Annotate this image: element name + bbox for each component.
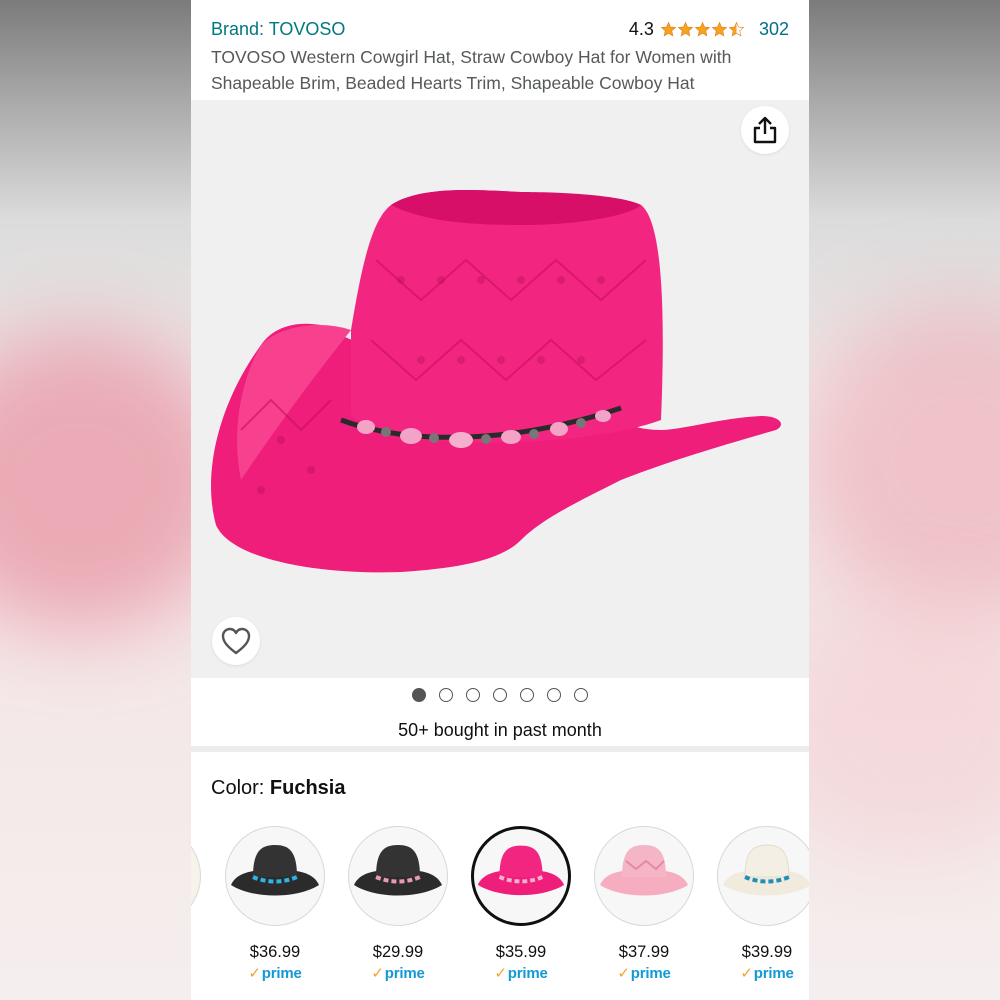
product-image[interactable] xyxy=(201,180,801,600)
swatch-image xyxy=(594,826,694,926)
prime-badge: ✓prime xyxy=(371,965,425,982)
swatch-price: $39.99 xyxy=(741,943,793,961)
product-page: Brand: TOVOSO 4.3 302 TOVOSO Western Cow… xyxy=(191,0,809,1000)
star-icon xyxy=(711,21,728,36)
prime-check-icon: ✓ xyxy=(617,965,630,982)
star-icon xyxy=(694,21,711,36)
prime-check-icon: ✓ xyxy=(248,965,261,982)
swatch-image xyxy=(717,826,809,926)
swatch-image xyxy=(225,826,325,926)
star-rating xyxy=(660,21,745,38)
prime-badge: ✓prime xyxy=(248,965,302,982)
product-title: TOVOSO Western Cowgirl Hat, Straw Cowboy… xyxy=(211,47,732,93)
pagination-dot[interactable] xyxy=(412,688,426,702)
bought-past-month: 50+ bought in past month xyxy=(398,720,602,740)
rating-value: 4.3 xyxy=(628,18,654,39)
color-swatch[interactable]: $39.99 ✓prime xyxy=(717,826,809,982)
pagination-dot[interactable] xyxy=(466,688,480,702)
wishlist-button[interactable] xyxy=(212,617,260,665)
color-swatch-partial[interactable] xyxy=(191,826,201,926)
swatch-price: $36.99 xyxy=(249,943,301,961)
color-swatch[interactable]: $36.99 ✓prime xyxy=(225,826,325,982)
product-header: Brand: TOVOSO 4.3 302 TOVOSO Western Cow… xyxy=(191,0,809,100)
pagination-dot[interactable] xyxy=(574,688,588,702)
prime-badge: ✓prime xyxy=(494,965,548,982)
color-swatch[interactable]: $37.99 ✓prime xyxy=(594,826,694,982)
section-divider xyxy=(191,746,809,752)
swatch-price: $29.99 xyxy=(372,943,424,961)
swatch-price: $37.99 xyxy=(618,943,670,961)
image-pagination xyxy=(191,688,809,702)
share-icon xyxy=(753,116,777,144)
color-swatch[interactable]: $29.99 ✓prime xyxy=(348,826,448,982)
color-swatch-selected[interactable]: $35.99 ✓prime xyxy=(471,826,571,982)
pagination-dot[interactable] xyxy=(493,688,507,702)
color-swatches: $36.99 ✓prime $29.99 ✓prime $35.99 ✓prim… xyxy=(191,826,809,1000)
brand-link[interactable]: Brand: TOVOSO xyxy=(211,19,345,40)
prime-badge: ✓prime xyxy=(617,965,671,982)
pagination-dot[interactable] xyxy=(439,688,453,702)
swatch-image xyxy=(348,826,448,926)
star-icon xyxy=(677,21,694,36)
selected-color-name: Fuchsia xyxy=(269,777,346,799)
heart-icon xyxy=(221,627,251,655)
pagination-dot[interactable] xyxy=(520,688,534,702)
half-star-icon xyxy=(728,21,745,36)
color-label: Color: Fuchsia xyxy=(211,777,345,800)
star-icon xyxy=(660,21,677,36)
pagination-dot[interactable] xyxy=(547,688,561,702)
prime-check-icon: ✓ xyxy=(371,965,384,982)
prime-badge: ✓prime xyxy=(740,965,794,982)
swatch-image xyxy=(471,826,571,926)
color-label-prefix: Color: xyxy=(211,777,270,799)
product-image-gallery[interactable] xyxy=(191,100,809,678)
prime-check-icon: ✓ xyxy=(740,965,753,982)
review-count-link[interactable]: 302 xyxy=(759,19,789,40)
rating-summary[interactable]: 4.3 302 xyxy=(629,19,789,40)
swatch-price: $35.99 xyxy=(495,943,547,961)
prime-check-icon: ✓ xyxy=(494,965,507,982)
share-button[interactable] xyxy=(741,106,789,154)
